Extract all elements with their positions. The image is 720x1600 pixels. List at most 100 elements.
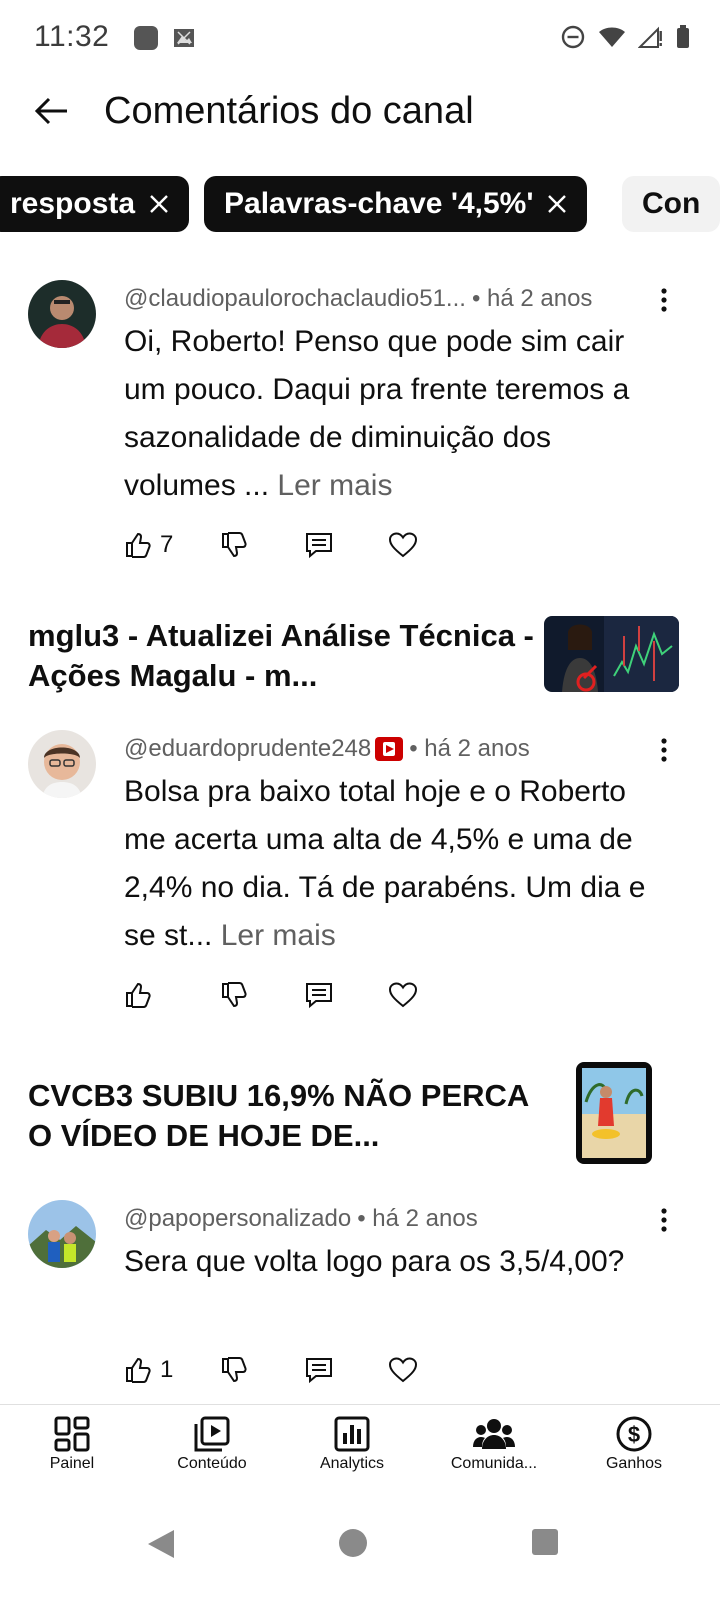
comment-item: @eduardoprudente248 • há 2 anos Bolsa pr… [0,728,720,1028]
comment-text: Sera que volta logo para os 3,5/4,00? [124,1245,625,1278]
nav-earnings[interactable]: $ Ganhos [562,1411,706,1495]
svg-text:$: $ [628,1422,640,1447]
status-time: 11:32 [34,20,110,53]
wifi-icon [598,25,626,49]
analytics-icon [334,1416,370,1452]
app-bar: Comentários do canal [0,78,720,148]
thumbs-up-icon [126,1357,151,1383]
gallery-notification-icon [172,26,196,50]
heart-button[interactable] [388,973,418,1017]
like-button[interactable]: 7 [124,523,173,567]
comment-time: • há 2 anos [357,1205,478,1232]
arrow-back-icon [34,97,67,125]
comment-time: • há 2 anos [471,285,593,312]
nav-label: Analytics [319,1455,385,1472]
dislike-button[interactable] [220,973,248,1017]
close-icon[interactable] [547,194,567,214]
dashboard-icon [54,1416,90,1452]
comment-item: @claudiopaulorochaclaudio51... • há 2 an… [0,278,720,578]
battery-icon [676,25,690,49]
circle-home-icon [339,1529,367,1557]
dislike-button[interactable] [220,1348,248,1392]
comment-text: Bolsa pra baixo total hoje e o Roberto m… [124,775,646,952]
comment-actions: 1 [124,1348,444,1392]
avatar[interactable] [28,280,96,348]
chip-reply-filter[interactable]: resposta [0,176,190,232]
close-icon[interactable] [149,194,169,214]
app-notification-icon [134,26,158,50]
nav-label: Comunida... [450,1455,538,1472]
content-icon [194,1416,230,1452]
system-home-button[interactable] [338,1528,368,1563]
nav-label: Conteúdo [177,1455,247,1472]
heart-icon [388,1357,418,1383]
chip-label: Con [642,187,701,220]
comment-item: @papopersonalizado • há 2 anos Sera que … [0,1198,720,1398]
nav-content[interactable]: Conteúdo [140,1411,284,1495]
thumbs-down-icon [222,532,247,558]
system-recents-button[interactable] [532,1528,558,1561]
chip-label: resposta [10,187,136,220]
community-icon [473,1419,515,1449]
heart-button[interactable] [388,523,418,567]
thumbs-down-icon [222,982,247,1008]
thumbs-down-icon [222,1357,247,1383]
read-more-link[interactable]: Ler mais [277,469,392,502]
comment-author[interactable]: @claudiopaulorochaclaudio51... [124,285,466,313]
video-header[interactable]: CVCB3 SUBIU 16,9% NÃO PERCA O VÍDEO DE H… [0,1062,720,1172]
more-options-icon[interactable] [652,280,676,320]
comment-actions: 7 [124,523,444,567]
reply-button[interactable] [304,523,334,567]
like-count: 7 [160,531,174,558]
status-bar: 11:32 [0,0,720,78]
nav-dashboard[interactable]: Painel [0,1411,144,1495]
nav-label: Painel [49,1455,95,1472]
like-count: 1 [160,1356,174,1383]
reply-button[interactable] [304,973,334,1017]
video-header[interactable]: mglu3 - Atualizei Análise Técnica - Açõe… [0,612,720,702]
video-thumbnail[interactable] [576,1062,652,1164]
more-options-icon[interactable] [652,730,676,770]
comment-text: Oi, Roberto! Penso que pode sim cair um … [124,325,630,502]
square-recents-icon [532,1529,558,1555]
heart-icon [388,982,418,1008]
chip-more-filter[interactable]: Con [622,176,720,232]
like-button[interactable] [124,973,160,1017]
comment-author[interactable]: @eduardoprudente248 [124,735,371,763]
back-button[interactable] [24,84,78,138]
earnings-icon: $ [616,1416,652,1452]
video-thumbnail[interactable] [544,616,679,692]
nav-community[interactable]: Comunida... [422,1411,566,1495]
cell-signal-icon [638,25,664,49]
like-button[interactable]: 1 [124,1348,173,1392]
creator-badge-icon [375,737,404,761]
video-title[interactable]: mglu3 - Atualizei Análise Técnica - Açõe… [28,616,538,696]
nav-label: Ganhos [605,1455,663,1472]
dislike-button[interactable] [220,523,248,567]
do-not-disturb-icon [560,24,586,50]
more-options-icon[interactable] [652,1200,676,1240]
reply-button[interactable] [304,1348,334,1392]
triangle-back-icon [148,1530,174,1558]
filter-chip-bar[interactable]: resposta Palavras-chave '4,5%' Con [0,176,720,234]
status-icons [560,24,690,50]
reply-icon [306,1358,332,1384]
avatar[interactable] [28,1200,96,1268]
reply-icon [306,533,332,559]
thumbs-up-icon [126,982,151,1008]
nav-analytics[interactable]: Analytics [280,1411,424,1495]
comment-author[interactable]: @papopersonalizado [124,1205,351,1233]
heart-icon [388,532,418,558]
chip-label: Palavras-chave '4,5%' [224,187,534,220]
read-more-link[interactable]: Ler mais [221,919,336,952]
comment-actions [124,973,444,1017]
chip-keyword-filter[interactable]: Palavras-chave '4,5%' [204,176,588,232]
heart-button[interactable] [388,1348,418,1392]
comment-time: • há 2 anos [409,735,530,762]
bottom-navigation: Painel Conteúdo Analytics Comunida... $ … [0,1404,720,1496]
system-back-button[interactable] [146,1528,176,1565]
thumbs-up-icon [126,532,151,558]
avatar[interactable] [28,730,96,798]
page-title: Comentários do canal [104,90,474,132]
video-title[interactable]: CVCB3 SUBIU 16,9% NÃO PERCA O VÍDEO DE H… [28,1076,538,1156]
